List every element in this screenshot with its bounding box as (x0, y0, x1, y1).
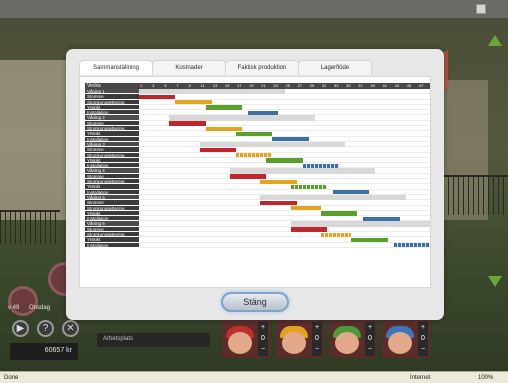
scroll-up-arrow-icon[interactable] (488, 35, 502, 46)
fence-right (443, 175, 508, 215)
browser-status-bar: Done Internet 100% (0, 371, 508, 383)
task-bar (290, 227, 327, 232)
tab-summary[interactable]: Sammanställning (79, 60, 153, 75)
status-text: Done (4, 375, 19, 381)
worker-stepper[interactable]: +0 − (258, 322, 268, 356)
task-bar (351, 237, 388, 243)
task-bar (272, 137, 309, 142)
task-row: Installation (85, 242, 430, 248)
minus-button[interactable]: − (312, 344, 322, 355)
task-bar (205, 105, 243, 110)
worker-stepper[interactable]: +0 − (312, 322, 322, 356)
worker-count: 0 (368, 335, 372, 342)
tab-costs[interactable]: Kostnader (152, 60, 226, 75)
summary-dialog: Sammanställning Kostnader Faktisk produk… (66, 49, 444, 320)
task-bar (333, 190, 370, 195)
plus-button[interactable]: + (258, 322, 268, 333)
money-display: 60657 kr (10, 343, 78, 360)
gantt-chart: Vecka 1 3 5 7 9 11 13 15 17 19 21 23 25 27 29 31 33 35 37 3… (85, 83, 430, 248)
scroll-down-arrow-icon[interactable] (488, 276, 502, 287)
task-bar (260, 200, 297, 206)
play-button[interactable]: ▶ (12, 320, 29, 337)
worker-card[interactable]: +0 − (276, 320, 324, 358)
worker-count: 0 (261, 335, 265, 342)
plus-button[interactable]: + (312, 322, 322, 333)
plus-button[interactable]: + (418, 322, 428, 333)
task-bar (266, 158, 303, 163)
tab-inventory-flow[interactable]: Lagerflöde (298, 60, 372, 75)
top-checkbox[interactable] (476, 4, 486, 14)
house-left (0, 60, 70, 220)
day-label: Onsdag (29, 305, 51, 311)
task-bar (302, 163, 340, 168)
task-bar (290, 184, 327, 190)
task-bar (139, 94, 176, 100)
task-bar (320, 211, 358, 216)
worker-face-icon (228, 332, 252, 354)
minus-button[interactable]: − (418, 344, 428, 355)
quit-button[interactable]: ✕ (62, 320, 79, 337)
worker-face-icon (388, 332, 412, 354)
worker-face-icon (282, 332, 306, 354)
help-button[interactable]: ? (37, 320, 54, 337)
worker-count: 0 (315, 335, 319, 342)
task-bar (205, 126, 243, 131)
worker-stepper[interactable]: +0 − (365, 322, 375, 356)
worker-stepper[interactable]: +0 − (418, 322, 428, 356)
gantt-chart-area: Vecka 1 3 5 7 9 11 13 15 17 19 21 23 25 27 29 31 33 35 37 3… (79, 76, 431, 288)
task-bar (199, 147, 236, 153)
workplace-field: Arbetsplats (97, 333, 210, 347)
task-label: Installation (85, 242, 139, 248)
minus-button[interactable]: − (365, 344, 375, 355)
tab-actual-production[interactable]: Faktisk produktion (225, 60, 299, 75)
worker-count: 0 (421, 335, 425, 342)
task-bar (175, 100, 212, 105)
task-bar (236, 153, 273, 158)
plus-button[interactable]: + (365, 322, 375, 333)
task-bar (236, 131, 273, 137)
top-strip (0, 0, 508, 18)
task-bar (248, 110, 279, 115)
date-display: v 49 Onsdag (8, 305, 58, 311)
minus-button[interactable]: − (258, 344, 268, 355)
task-bar (260, 179, 297, 184)
security-zone: Internet (410, 375, 431, 381)
worker-card[interactable]: +0 − (382, 320, 430, 358)
close-button[interactable]: Stäng (221, 292, 289, 312)
fence-left (0, 210, 60, 244)
task-bar (169, 121, 206, 126)
worker-card[interactable]: +0 − (329, 320, 377, 358)
task-bar (290, 206, 321, 211)
task-bar (363, 216, 400, 221)
task-bar (229, 174, 267, 179)
worker-face-icon (335, 332, 359, 354)
worker-card[interactable]: +0 − (222, 320, 270, 358)
week-label: v 49 (8, 305, 20, 311)
task-bar (393, 243, 430, 248)
truck-button[interactable] (8, 286, 38, 316)
zoom-level[interactable]: 100% (478, 375, 493, 381)
task-bar (320, 232, 352, 237)
tab-bar: Sammanställning Kostnader Faktisk produk… (79, 60, 372, 75)
